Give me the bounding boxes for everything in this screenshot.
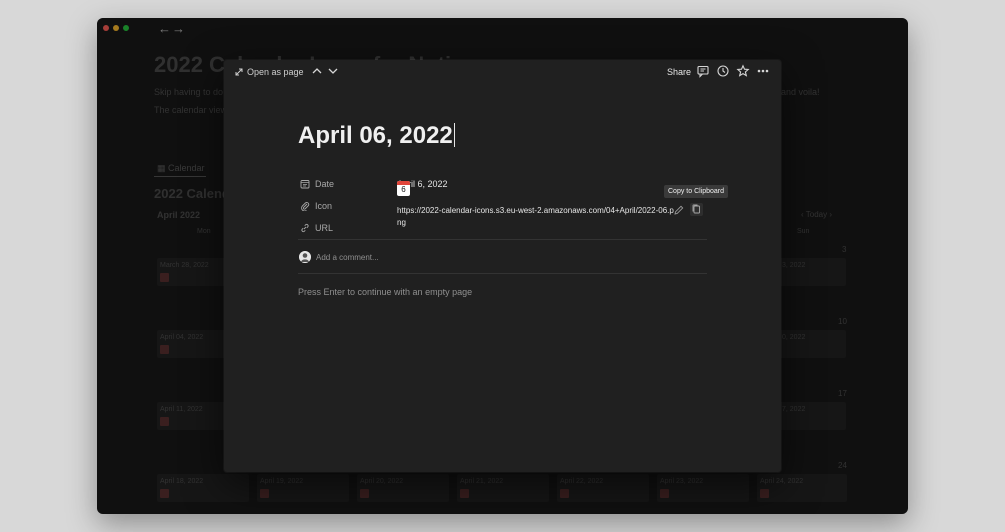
share-button[interactable]: Share — [667, 67, 691, 77]
copy-url-button[interactable] — [690, 203, 703, 216]
page-title[interactable]: April 06, 2022 — [298, 122, 455, 150]
open-as-page-button[interactable]: Open as page — [235, 67, 304, 77]
modal-topbar: Open as page Share — [224, 60, 781, 86]
user-avatar — [299, 251, 311, 263]
date-label-text: Date — [315, 179, 335, 189]
calendar-date-icon[interactable]: 6 — [397, 181, 410, 196]
url-property-label[interactable]: URL — [300, 223, 333, 233]
next-page-button[interactable] — [326, 64, 340, 78]
icon-property-label[interactable]: Icon — [300, 201, 332, 211]
copy-tooltip: Copy to Clipboard — [664, 185, 729, 198]
calendar-icon-day: 6 — [401, 185, 406, 194]
text-cursor — [453, 123, 455, 147]
history-icon[interactable] — [716, 64, 730, 78]
attachment-icon — [301, 202, 310, 211]
url-label-text: URL — [315, 223, 334, 233]
chevron-down-icon — [328, 68, 338, 74]
chevron-up-icon — [312, 68, 322, 74]
page-title-text: April 06, 2022 — [298, 122, 453, 149]
url-property-value[interactable]: https://2022-calendar-icons.s3.eu-west-2… — [397, 205, 677, 229]
more-options-icon[interactable] — [756, 64, 770, 78]
previous-page-button[interactable] — [310, 64, 324, 78]
edit-url-button[interactable] — [673, 204, 685, 216]
favorite-star-icon[interactable] — [736, 64, 750, 78]
app-window: ← → 2022 Calendar Icons for Notion Skip … — [97, 18, 908, 514]
copy-icon — [692, 204, 700, 214]
icon-label-text: Icon — [315, 201, 333, 211]
properties-divider — [298, 239, 707, 240]
comments-icon[interactable] — [696, 64, 710, 78]
empty-page-hint[interactable]: Press Enter to continue with an empty pa… — [298, 287, 472, 297]
page-peek-modal: Open as page Share April 06, 2022 Date A… — [224, 60, 781, 472]
link-icon — [301, 223, 309, 233]
comments-divider — [298, 273, 707, 274]
open-as-page-label: Open as page — [247, 67, 304, 77]
pencil-icon — [674, 205, 684, 215]
date-property-label[interactable]: Date — [300, 179, 334, 189]
expand-icon — [235, 68, 243, 76]
calendar-property-icon — [300, 180, 310, 189]
add-comment-input[interactable]: Add a comment... — [316, 253, 379, 262]
